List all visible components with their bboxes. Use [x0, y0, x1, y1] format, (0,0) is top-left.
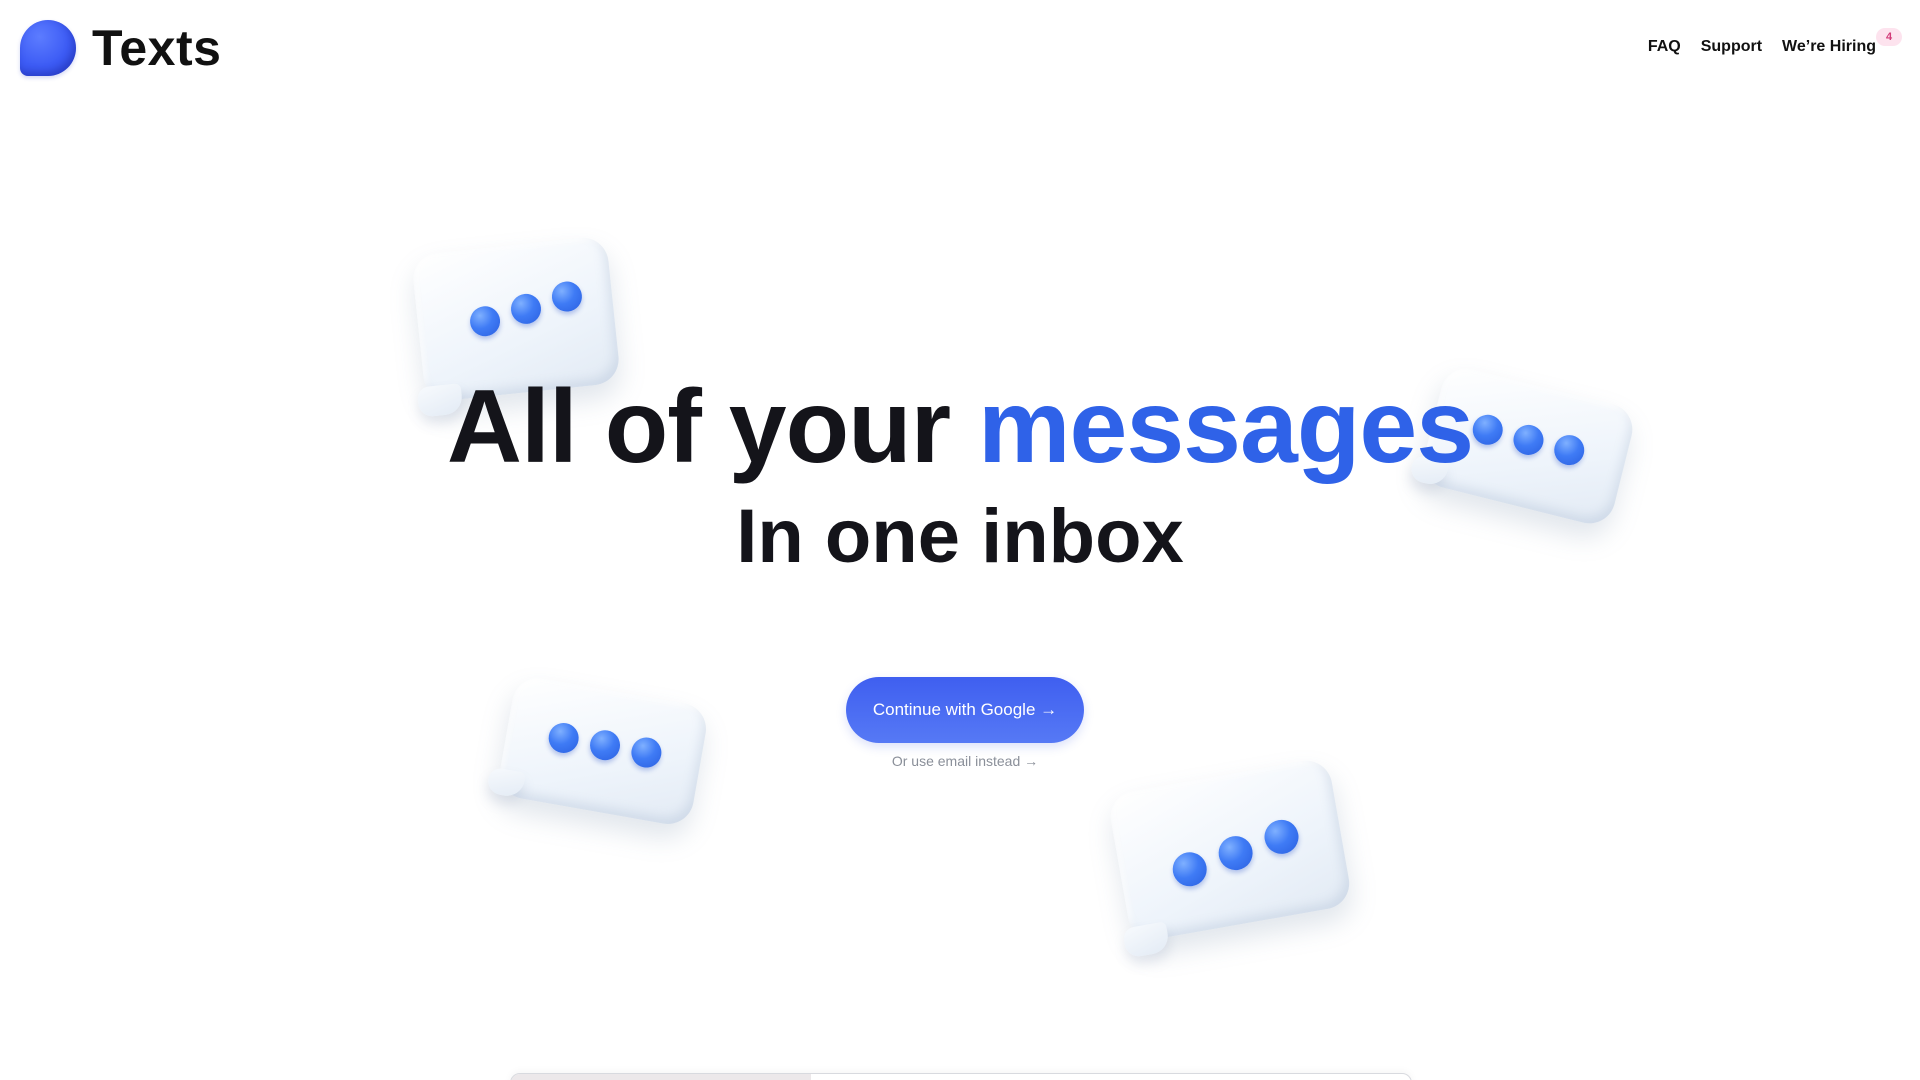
hero-title-accent: messages — [978, 369, 1474, 485]
typing-bubble-icon — [486, 673, 711, 829]
typing-bubble-icon — [1106, 756, 1354, 959]
hero-subtitle: In one inbox — [736, 494, 1184, 579]
landing-page: Texts FAQ Support We’re Hiring 4 All of … — [0, 0, 1920, 1080]
typing-dot — [546, 720, 582, 756]
typing-dot — [468, 304, 502, 338]
typing-dot — [1261, 817, 1302, 857]
top-nav: FAQ Support We’re Hiring 4 — [1648, 28, 1902, 56]
typing-dot — [1170, 849, 1210, 889]
nav-hiring-link[interactable]: We’re Hiring 4 — [1782, 28, 1902, 56]
hero-title-prefix: All of your — [446, 369, 979, 485]
app-preview-panel — [510, 1073, 1412, 1080]
use-email-link[interactable]: Or use email instead → — [0, 753, 1920, 769]
typing-dot — [1215, 833, 1256, 873]
nav-support-link[interactable]: Support — [1701, 38, 1762, 56]
typing-dot — [509, 292, 543, 326]
bubble-tail — [1122, 921, 1171, 959]
hiring-count-badge: 4 — [1876, 28, 1902, 46]
logo-text: Texts — [92, 20, 222, 76]
typing-dot — [550, 280, 584, 314]
bubble-tail — [486, 766, 527, 799]
app-preview-sidebar — [511, 1074, 811, 1080]
continue-with-google-button[interactable]: Continue with Google → — [846, 677, 1084, 743]
hero-title: All of your messages — [0, 370, 1920, 484]
nav-hiring-label: We’re Hiring — [1782, 38, 1876, 55]
nav-faq-link[interactable]: FAQ — [1648, 38, 1681, 56]
logo-bubble-icon — [20, 20, 76, 76]
logo-link[interactable]: Texts — [20, 20, 221, 76]
